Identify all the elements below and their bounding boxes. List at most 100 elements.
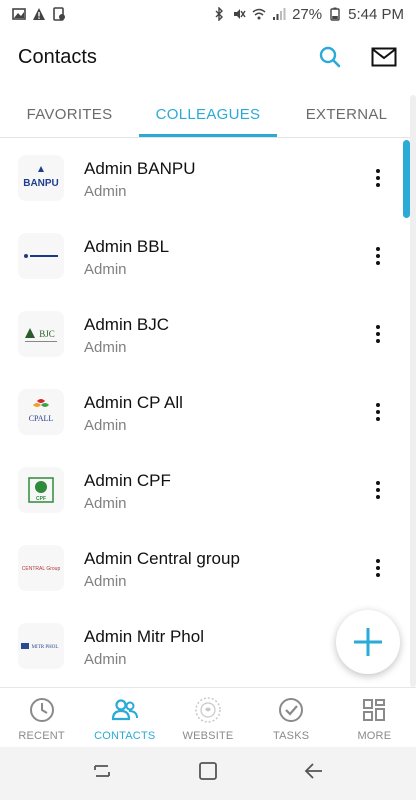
contact-list: BANPU Admin BANPU Admin Admin BBL Admin … <box>0 139 416 687</box>
scrollbar-track[interactable] <box>410 95 416 687</box>
contact-name: Admin BANPU <box>84 159 196 178</box>
wifi-icon <box>252 8 266 20</box>
nav-label-recent: RECENT <box>18 730 65 742</box>
search-icon <box>319 46 341 68</box>
check-circle-icon <box>277 696 305 724</box>
contact-role: Admin <box>84 183 127 200</box>
contact-name: Admin Mitr Phol <box>84 627 204 646</box>
company-logo: BANPU <box>18 155 64 201</box>
contact-name: Admin BJC <box>84 315 170 334</box>
company-logo: BJC <box>18 311 64 357</box>
back-button[interactable] <box>304 761 324 786</box>
contact-role: Admin <box>84 261 127 278</box>
more-options-button[interactable] <box>366 397 390 427</box>
more-options-button[interactable] <box>366 475 390 505</box>
bjc-logo-text: BJC <box>39 329 55 339</box>
status-left-icons <box>12 7 66 21</box>
contact-row-banpu[interactable]: BANPU Admin BANPU Admin <box>0 139 416 217</box>
nav-label-tasks: TASKS <box>273 730 310 742</box>
central-group-logo-text: CENTRAL Group <box>22 566 61 572</box>
company-logo <box>18 233 64 279</box>
recent-apps-icon <box>94 765 110 777</box>
add-contact-button[interactable] <box>336 610 400 674</box>
mute-icon <box>234 9 246 19</box>
nav-contacts[interactable]: CONTACTS <box>83 688 166 747</box>
nav-more[interactable]: MORE <box>333 688 416 747</box>
contact-name: Admin CPF <box>84 471 171 490</box>
tab-colleagues[interactable]: COLLEAGUES <box>139 86 277 137</box>
nav-recent[interactable]: RECENT <box>0 688 83 747</box>
grid-icon <box>360 696 388 724</box>
scrollbar-thumb[interactable] <box>403 140 410 218</box>
contact-row-bbl[interactable]: Admin BBL Admin <box>0 217 416 295</box>
nav-label-more: MORE <box>357 730 392 742</box>
bluetooth-icon <box>215 7 224 21</box>
tab-external[interactable]: EXTERNAL <box>277 86 416 137</box>
plus-icon <box>354 628 382 656</box>
status-bar: 27% 5:44 PM <box>0 0 416 28</box>
battery-icon <box>330 7 340 21</box>
bbl-logo <box>24 254 58 258</box>
app-bar: Contacts <box>0 28 416 86</box>
website-icon <box>194 696 222 724</box>
banpu-logo-text: BANPU <box>23 178 59 189</box>
back-arrow-icon <box>304 763 322 779</box>
contact-name: Admin CP All <box>84 393 183 412</box>
contact-role: Admin <box>84 495 127 512</box>
mail-icon <box>371 47 397 67</box>
image-notification-icon <box>12 8 26 20</box>
contact-role: Admin <box>84 573 127 590</box>
contact-role: Admin <box>84 339 127 356</box>
mitr-phol-logo: MITR PHOL <box>21 643 59 650</box>
company-logo: CENTRAL Group <box>18 545 64 591</box>
contact-name: Admin BBL <box>84 237 170 256</box>
mail-button[interactable] <box>370 43 398 71</box>
home-button[interactable] <box>198 761 218 786</box>
more-options-button[interactable] <box>366 319 390 349</box>
contact-row-cpall[interactable]: CPALL Admin CP All Admin <box>0 373 416 451</box>
sync-notification-icon <box>53 7 65 21</box>
vertical-dots-icon <box>376 325 380 343</box>
tab-bar: FAVORITES COLLEAGUES EXTERNAL <box>0 86 416 138</box>
cpall-logo: CPALL <box>29 399 54 423</box>
vertical-dots-icon <box>376 247 380 265</box>
battery-percent: 27% <box>292 5 323 23</box>
contact-row-bjc[interactable]: BJC Admin BJC Admin <box>0 295 416 373</box>
home-icon <box>199 762 217 780</box>
tab-favorites[interactable]: FAVORITES <box>0 86 139 137</box>
signal-icon <box>273 8 286 20</box>
mitr-phol-logo-text: MITR PHOL <box>32 645 59 650</box>
more-options-button[interactable] <box>366 241 390 271</box>
company-logo: CPF <box>18 467 64 513</box>
cpf-logo-text: CPF <box>36 496 46 502</box>
contact-row-cpf[interactable]: CPF Admin CPF Admin <box>0 451 416 529</box>
people-icon <box>111 696 139 724</box>
cpall-logo-text: CPALL <box>29 414 54 423</box>
company-logo: MITR PHOL <box>18 623 64 669</box>
page-title: Contacts <box>18 45 97 68</box>
contact-row-central-group[interactable]: CENTRAL Group Admin Central group Admin <box>0 529 416 607</box>
status-right-icons: 27% 5:44 PM <box>212 6 404 23</box>
clock-icon <box>28 696 56 724</box>
warning-icon <box>33 8 45 20</box>
company-logo: CPALL <box>18 389 64 435</box>
banpu-logo: BANPU <box>23 166 59 189</box>
recent-apps-button[interactable] <box>92 761 112 786</box>
contact-role: Admin <box>84 417 127 434</box>
nav-website[interactable]: WEBSITE <box>166 688 249 747</box>
central-group-logo: CENTRAL Group <box>22 566 61 572</box>
nav-label-contacts: CONTACTS <box>94 730 156 742</box>
contact-name: Admin Central group <box>84 549 240 568</box>
vertical-dots-icon <box>376 169 380 187</box>
system-navigation-bar <box>0 747 416 800</box>
search-button[interactable] <box>316 43 344 71</box>
status-time: 5:44 PM <box>348 5 404 23</box>
app-bar-actions <box>316 43 398 71</box>
more-options-button[interactable] <box>366 163 390 193</box>
contact-role: Admin <box>84 651 127 668</box>
nav-tasks[interactable]: TASKS <box>250 688 333 747</box>
vertical-dots-icon <box>376 403 380 421</box>
nav-label-website: WEBSITE <box>182 730 234 742</box>
cpf-logo: CPF <box>28 477 54 503</box>
more-options-button[interactable] <box>366 553 390 583</box>
